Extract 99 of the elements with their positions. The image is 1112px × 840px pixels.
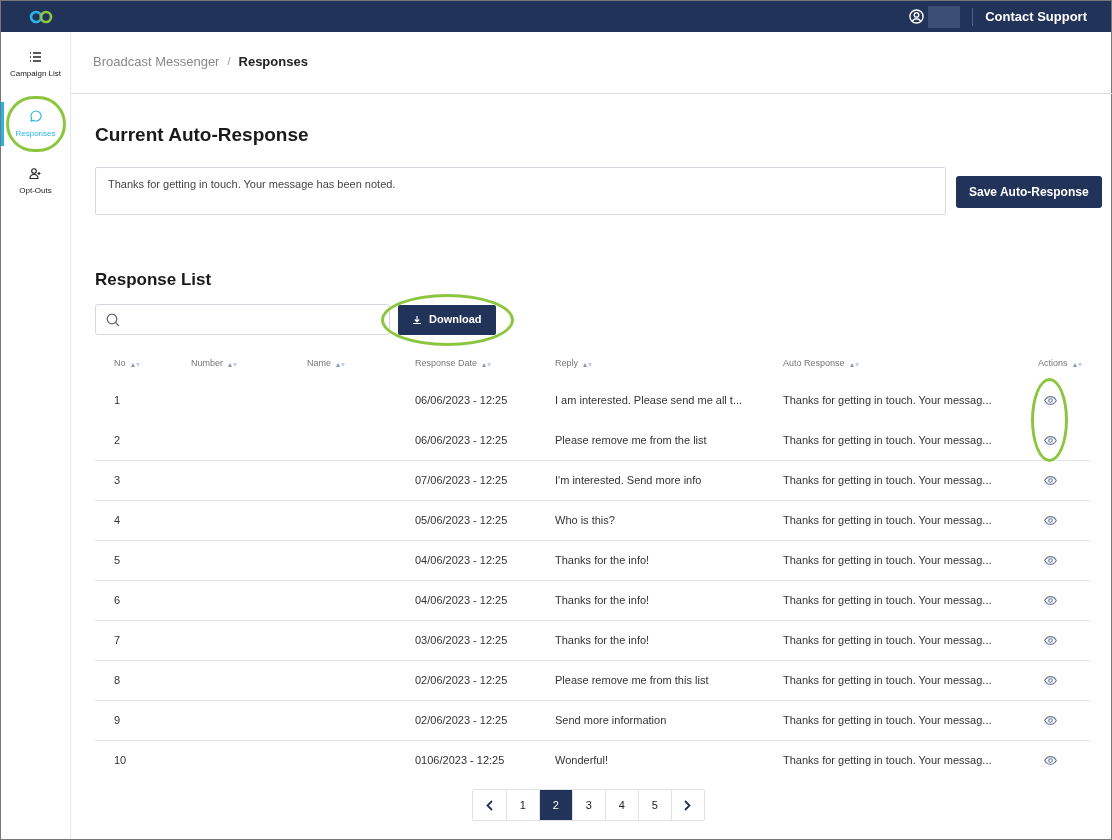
- table-cell-text: Thanks for getting in touch. Your messag...: [783, 473, 993, 489]
- table-cell-text: 1: [114, 392, 122, 408]
- sort-icon: [130, 361, 140, 367]
- column-header[interactable]: Actions: [1038, 357, 1091, 371]
- breadcrumb-link[interactable]: Broadcast Messenger: [93, 51, 220, 72]
- table-cell-text: 7: [114, 633, 122, 649]
- table-cell-text: Send more information: [555, 713, 668, 729]
- table-cell-text: 02/06/2023 - 12:25: [415, 673, 509, 689]
- table-row[interactable]: 1 06/06/2023 - 12:25 I am interested. Please send me all t... Thanks for getting in touch. Your messag...: [95, 380, 1091, 420]
- table-cell-text: Thanks for getting in touch. Your messag...: [783, 553, 993, 569]
- user-account-icon[interactable]: [909, 9, 925, 24]
- table-cell-text: Thanks for getting in touch. Your messag...: [783, 713, 993, 729]
- table-cell-text: 4: [114, 513, 122, 529]
- table-cell-text: 02/06/2023 - 12:25: [415, 713, 509, 729]
- active-indicator: [1, 102, 4, 146]
- logo-icon: [29, 9, 53, 24]
- breadcrumb-separator: /: [227, 54, 231, 70]
- search-field[interactable]: [95, 304, 390, 335]
- table-cell-text: Thanks for getting in touch. Your messag...: [783, 432, 993, 448]
- download-icon: [412, 314, 422, 325]
- table-cell-text: Thanks for getting in touch. Your messag...: [783, 753, 993, 769]
- contact-support-link[interactable]: Contact Support: [985, 6, 1087, 27]
- table-cell-text: 03/06/2023 - 12:25: [415, 633, 509, 649]
- table-cell-text: Thanks for getting in touch. Your messag...: [783, 633, 993, 649]
- chevron-right-icon: [684, 799, 692, 811]
- save-auto-response-button[interactable]: Save Auto-Response: [956, 175, 1102, 208]
- table-cell-text: Please remove me from this list: [555, 673, 710, 689]
- table-row[interactable]: 10 0106/2023 - 12:25 Wonderful! Thanks for getting in touch. Your messag...: [95, 740, 1091, 780]
- page-button[interactable]: 2: [538, 790, 572, 820]
- sort-icon: [583, 361, 592, 367]
- view-icon[interactable]: [1044, 676, 1057, 685]
- search-icon: [106, 312, 120, 327]
- table-cell-text: Thanks for getting in touch. Your messag...: [783, 392, 993, 408]
- download-button[interactable]: Download: [398, 304, 496, 335]
- view-icon[interactable]: [1044, 716, 1057, 725]
- table-cell-text: 07/06/2023 - 12:25: [415, 473, 509, 489]
- view-icon[interactable]: [1044, 556, 1057, 565]
- table-cell-text: Thanks for the info!: [555, 553, 651, 569]
- table-cell-text: 2: [114, 432, 122, 448]
- column-header[interactable]: Auto Response: [783, 357, 1038, 371]
- table-cell-text: Thanks for getting in touch. Your messag...: [783, 593, 993, 609]
- table-cell-text: 05/06/2023 - 12:25: [415, 513, 509, 529]
- table-row[interactable]: 3 07/06/2023 - 12:25 I'm interested. Send more info Thanks for getting in touch. Your messag...: [95, 460, 1091, 500]
- sort-icon: [482, 361, 492, 367]
- table-cell-text: Thanks for getting in touch. Your messag...: [783, 673, 993, 689]
- table-cell-text: 3: [114, 473, 122, 489]
- table-cell-text: 06/06/2023 - 12:25: [415, 392, 509, 408]
- column-header[interactable]: No: [114, 357, 191, 371]
- table-row[interactable]: 8 02/06/2023 - 12:25 Please remove me from this list Thanks for getting in touch. Your messag...: [95, 660, 1091, 700]
- table-row[interactable]: 9 02/06/2023 - 12:25 Send more information Thanks for getting in touch. Your messag...: [95, 700, 1091, 740]
- auto-response-field[interactable]: Thanks for getting in touch. Your message has been noted.: [95, 166, 946, 215]
- next-page-button[interactable]: [670, 790, 704, 820]
- table-cell-text: Thanks for the info!: [555, 633, 651, 649]
- table-cell-text: Who is this?: [555, 513, 616, 529]
- list-icon: [29, 52, 42, 62]
- column-header[interactable]: Name: [307, 357, 415, 371]
- breadcrumb-current: Responses: [238, 52, 308, 71]
- column-header[interactable]: Number: [191, 357, 307, 371]
- table-cell-text: Thanks for the info!: [555, 593, 651, 609]
- table-row[interactable]: 2 06/06/2023 - 12:25 Please remove me from the list Thanks for getting in touch. Your messag...: [95, 420, 1091, 460]
- table-cell-text: Please remove me from the list: [555, 432, 708, 448]
- view-icon[interactable]: [1044, 435, 1057, 445]
- table-cell-text: 5: [114, 553, 122, 569]
- section-title: Response List: [95, 268, 213, 291]
- chat-bubble-icon: [29, 110, 42, 122]
- column-header[interactable]: Response Date: [415, 357, 555, 371]
- user-add-icon: [29, 168, 42, 179]
- view-icon[interactable]: [1044, 756, 1057, 765]
- table-cell-text: 04/06/2023 - 12:25: [415, 553, 509, 569]
- sidebar-item[interactable]: Opt-Outs: [19, 168, 52, 204]
- table-cell-text: 06/06/2023 - 12:25: [415, 432, 509, 448]
- table-cell-text: I am interested. Please send me all t...: [555, 392, 744, 408]
- column-header[interactable]: Reply: [555, 357, 783, 371]
- sort-icon: [849, 361, 859, 367]
- view-icon[interactable]: [1044, 476, 1057, 485]
- section-title: Current Auto-Response: [95, 123, 310, 147]
- sort-icon: [336, 361, 345, 367]
- view-icon[interactable]: [1044, 596, 1057, 605]
- table-cell-text: 0106/2023 - 12:25: [415, 753, 506, 769]
- table-cell-text: 10: [114, 753, 128, 769]
- view-icon[interactable]: [1044, 395, 1057, 405]
- table-cell-text: Thanks for getting in touch. Your messag...: [783, 513, 993, 529]
- redacted-block: [928, 5, 961, 28]
- chevron-left-icon: [485, 799, 493, 811]
- table-row[interactable]: 7 03/06/2023 - 12:25 Thanks for the info! Thanks for getting in touch. Your messag...: [95, 620, 1091, 660]
- sort-icon: [1072, 361, 1082, 367]
- view-icon[interactable]: [1044, 636, 1057, 645]
- table-cell-text: Wonderful!: [555, 753, 609, 769]
- sort-icon: [228, 361, 237, 367]
- table-cell-text: 9: [114, 713, 122, 729]
- table-cell-text: I'm interested. Send more info: [555, 473, 703, 489]
- sidebar-item[interactable]: Campaign List: [9, 52, 62, 88]
- table-row[interactable]: 4 05/06/2023 - 12:25 Who is this? Thanks for getting in touch. Your messag...: [95, 500, 1091, 540]
- table-row[interactable]: 5 04/06/2023 - 12:25 Thanks for the info! Thanks for getting in touch. Your messag...: [95, 540, 1091, 580]
- table-cell-text: 04/06/2023 - 12:25: [415, 593, 509, 609]
- view-icon[interactable]: [1044, 516, 1057, 525]
- table-cell-text: 6: [114, 593, 122, 609]
- table-row[interactable]: 6 04/06/2023 - 12:25 Thanks for the info! Thanks for getting in touch. Your messag...: [95, 580, 1091, 620]
- table-cell-text: 8: [114, 673, 122, 689]
